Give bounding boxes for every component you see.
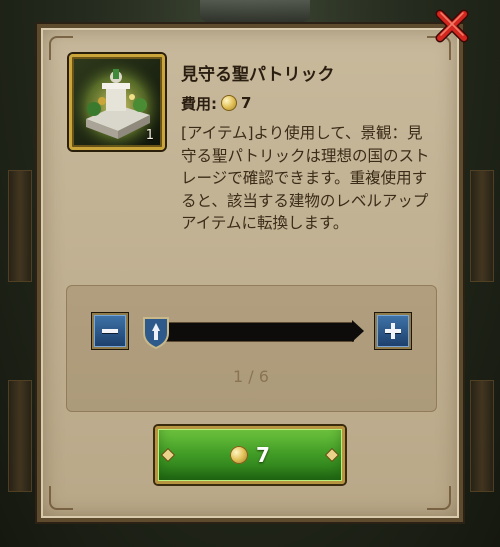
background-post-left [8,170,32,282]
item-quantity: 1 [145,128,154,143]
gold-coin-icon [221,95,237,111]
shield-thumb-icon [143,317,169,350]
background-post-left-lower [8,380,32,492]
background-post-right-lower [470,380,494,492]
button-ornament [162,449,174,461]
increase-button[interactable] [375,313,411,349]
item-title: 見守る聖パトリック [181,65,335,85]
corner-ornament [49,486,73,510]
use-item-button[interactable]: 7 [155,426,345,484]
cost-amount: 7 [241,94,252,112]
corner-ornament [427,486,451,510]
minus-icon [102,329,118,333]
background-structure [200,0,310,22]
plus-icon-vertical [391,323,395,339]
background-post-right [470,170,494,282]
quantity-slider-track[interactable] [150,322,354,342]
use-button-cost: 7 [256,443,270,467]
quantity-slider-thumb[interactable] [142,315,170,350]
cost-row: 費用: 7 [181,92,251,114]
button-ornament [326,449,338,461]
item-icon-frame: 1 [69,54,165,150]
decrease-button[interactable] [92,313,128,349]
item-description: [アイテム]より使用して、景観：見守る聖パトリックは理想の国のストレージで確認で… [181,124,430,232]
gold-coin-icon [230,446,249,464]
cost-label: 費用: [181,94,217,113]
close-icon [435,9,469,43]
close-button[interactable] [432,6,472,46]
quantity-ratio: 1 / 6 [233,367,269,386]
slider-track-end [352,320,364,342]
